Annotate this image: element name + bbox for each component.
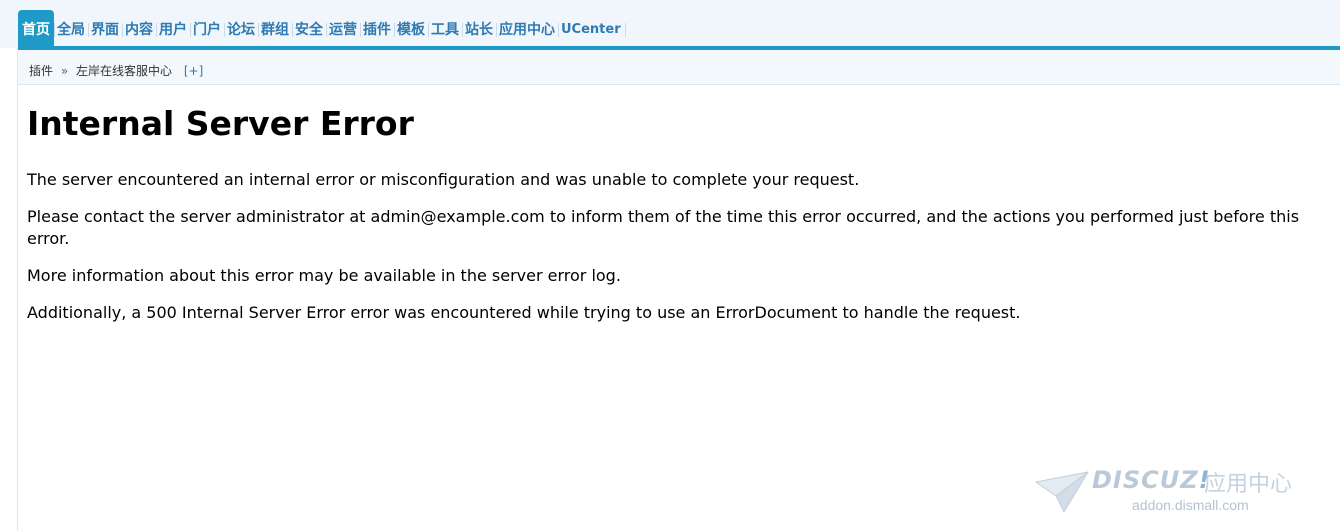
tab-plugins[interactable]: 插件 bbox=[360, 10, 394, 46]
tab-content[interactable]: 内容 bbox=[122, 10, 156, 46]
tab-operations[interactable]: 运营 bbox=[326, 10, 360, 46]
error-contact-message: Please contact the server administrator … bbox=[27, 207, 1300, 248]
error-document-message: Additionally, a 500 Internal Server Erro… bbox=[27, 303, 1021, 322]
tab-portal[interactable]: 门户 bbox=[190, 10, 224, 46]
error-content: Internal Server Error The server encount… bbox=[27, 100, 1327, 339]
discuz-watermark: DISCUZ! 应用中心 addon.dismall.com bbox=[1034, 466, 1324, 516]
tab-ucenter[interactable]: UCenter bbox=[558, 10, 626, 46]
watermark-subtitle: 应用中心 bbox=[1204, 472, 1293, 497]
tab-templates[interactable]: 模板 bbox=[394, 10, 428, 46]
tab-forum[interactable]: 论坛 bbox=[224, 10, 258, 46]
tab-home[interactable]: 首页 bbox=[18, 10, 54, 48]
add-shortcut-link[interactable]: [+] bbox=[184, 64, 203, 78]
error-log-message: More information about this error may be… bbox=[27, 266, 621, 285]
tab-webmaster[interactable]: 站长 bbox=[462, 10, 496, 46]
paper-plane-icon bbox=[1034, 471, 1089, 514]
tab-groups[interactable]: 群组 bbox=[258, 10, 292, 46]
tab-global[interactable]: 全局 bbox=[54, 10, 88, 46]
top-navigation: 首页 全局 界面 内容 用户 门户 论坛 群组 安全 运营 插件 模板 工具 站… bbox=[0, 0, 1340, 48]
left-frame-strip bbox=[0, 0, 18, 531]
tab-tools[interactable]: 工具 bbox=[428, 10, 462, 46]
tab-security[interactable]: 安全 bbox=[292, 10, 326, 46]
error-message: The server encountered an internal error… bbox=[27, 170, 860, 189]
tab-users[interactable]: 用户 bbox=[156, 10, 190, 46]
nav-tabs: 首页 全局 界面 内容 用户 门户 论坛 群组 安全 运营 插件 模板 工具 站… bbox=[18, 10, 626, 48]
watermark-domain: addon.dismall.com bbox=[1132, 497, 1249, 513]
tab-interface[interactable]: 界面 bbox=[88, 10, 122, 46]
breadcrumb-item-current: 左岸在线客服中心 bbox=[76, 64, 173, 78]
breadcrumb-separator: » bbox=[60, 64, 69, 78]
breadcrumb: 插件 » 左岸在线客服中心 [+] bbox=[18, 50, 1340, 85]
tab-app-center[interactable]: 应用中心 bbox=[496, 10, 558, 46]
breadcrumb-item-plugins[interactable]: 插件 bbox=[29, 64, 53, 78]
watermark-brand: DISCUZ! bbox=[1092, 466, 1211, 494]
error-title: Internal Server Error bbox=[27, 104, 414, 143]
